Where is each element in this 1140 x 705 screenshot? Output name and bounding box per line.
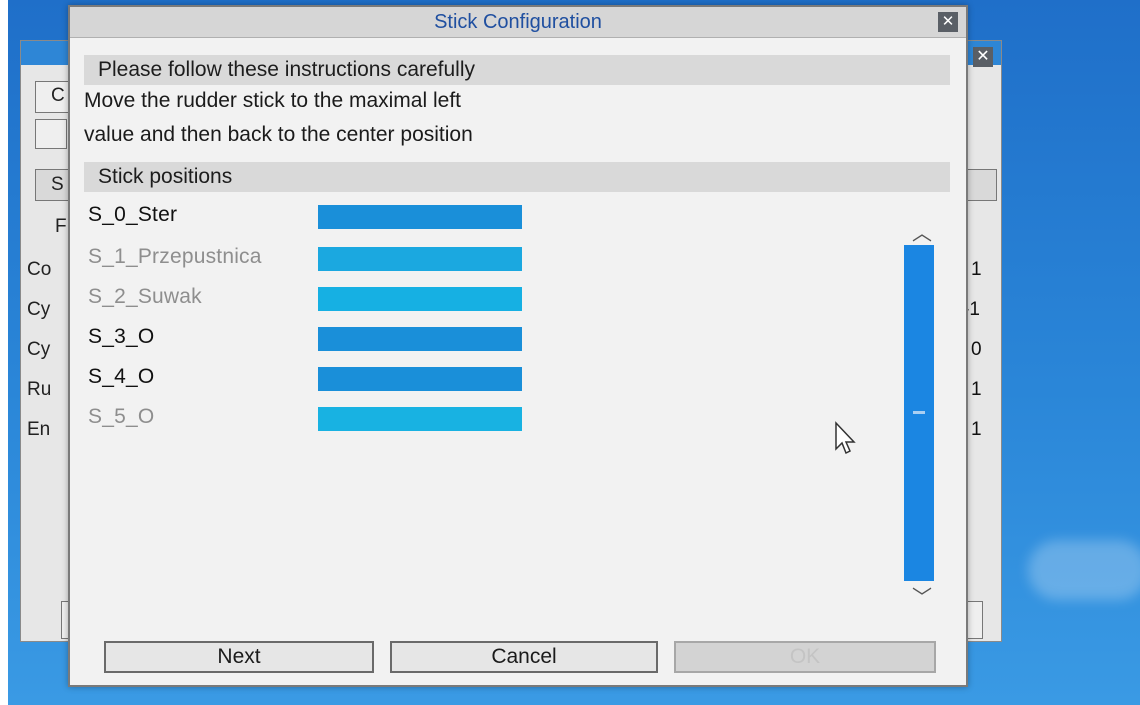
background-row-label: F [55, 216, 67, 237]
stick-position-bar [318, 367, 522, 391]
mouse-pointer-icon [835, 421, 856, 455]
background-value: 1 [971, 379, 982, 400]
ok-button[interactable]: OK [674, 641, 936, 673]
instruction-line: value and then back to the center positi… [84, 123, 473, 146]
background-row-label: C [51, 85, 65, 106]
background-value: 1 [971, 259, 982, 280]
stick-position-bar [318, 287, 522, 311]
background-row-label: S [51, 174, 64, 195]
background-row-label: Cy [27, 339, 51, 360]
stick-label: S_4_O [88, 365, 155, 388]
instructions-header: Please follow these instructions careful… [84, 55, 950, 85]
background-value: 1 [971, 419, 982, 440]
stick-position-bar [318, 205, 522, 229]
background-row-label: Cy [27, 299, 51, 320]
stick-position-bar [318, 407, 522, 431]
background-checkbox[interactable] [35, 119, 67, 149]
stick-position-bar [318, 327, 522, 351]
close-icon[interactable]: ✕ [938, 12, 958, 32]
stick-label: S_3_O [88, 325, 155, 348]
scroll-up-icon[interactable]: ︿ [910, 217, 934, 245]
background-row-label: En [27, 419, 51, 440]
scroll-grip [913, 411, 925, 414]
dialog-title: Stick Configuration [434, 11, 602, 33]
scroll-down-icon[interactable]: ﹀ [910, 581, 934, 609]
desktop-cloud [1028, 540, 1140, 600]
next-button[interactable]: Next [104, 641, 374, 673]
background-row-label: Co [27, 259, 52, 280]
stick-label: S_5_O [88, 405, 155, 428]
stick-positions-header: Stick positions [84, 162, 950, 192]
stick-label: S_2_Suwak [88, 285, 202, 308]
background-row-label: Ru [27, 379, 52, 400]
background-close-icon[interactable]: ✕ [973, 47, 993, 67]
scroll-thumb[interactable] [904, 245, 934, 581]
stick-configuration-dialog: Stick Configuration ✕ Please follow thes… [68, 5, 968, 687]
instruction-line: Move the rudder stick to the maximal lef… [84, 89, 461, 112]
cancel-button[interactable]: Cancel [390, 641, 658, 673]
stick-position-bar [318, 247, 522, 271]
scrollbar[interactable]: ︿ ﹀ [900, 217, 944, 609]
stick-label: S_0_Ster [88, 203, 178, 226]
stick-label: S_1_Przepustnica [88, 245, 262, 268]
dialog-titlebar[interactable]: Stick Configuration ✕ [70, 7, 966, 38]
background-value: 0 [971, 339, 982, 360]
